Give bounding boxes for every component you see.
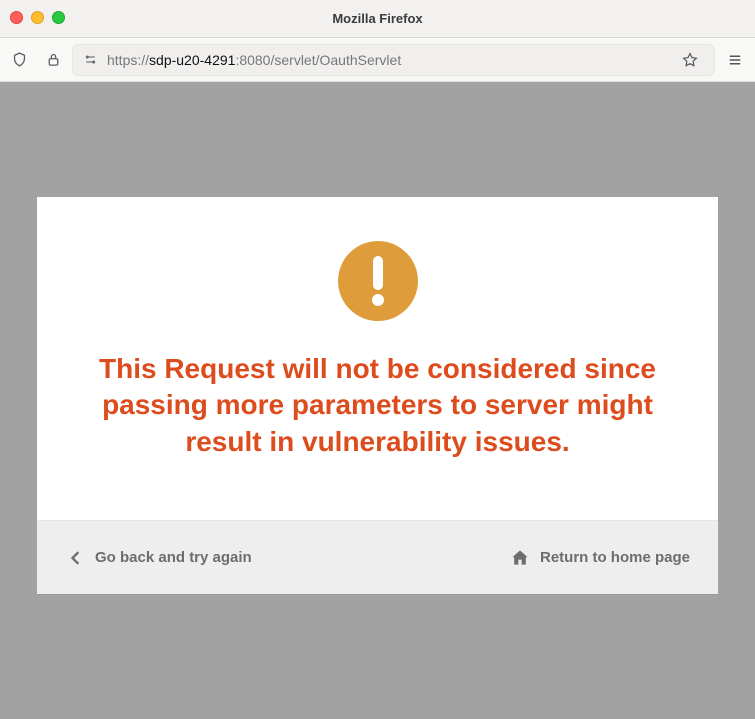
- close-window-button[interactable]: [10, 11, 23, 24]
- url-host: sdp-u20-4291: [149, 52, 235, 68]
- chevron-left-icon: [65, 548, 85, 568]
- go-back-label: Go back and try again: [95, 549, 252, 566]
- home-icon: [510, 548, 530, 568]
- shield-tracking-icon[interactable]: [4, 45, 34, 75]
- site-permissions-icon[interactable]: [81, 51, 99, 69]
- window-titlebar: Mozilla Firefox: [0, 0, 755, 38]
- url-port: :8080: [235, 52, 270, 68]
- error-card: This Request will not be considered sinc…: [37, 197, 718, 594]
- warning-icon: [338, 241, 418, 321]
- error-message: This Request will not be considered sinc…: [71, 351, 684, 460]
- url-path: /servlet/OauthServlet: [270, 52, 401, 68]
- bookmark-star-icon[interactable]: [674, 45, 706, 75]
- minimize-window-button[interactable]: [31, 11, 44, 24]
- page-content: This Request will not be considered sinc…: [0, 82, 755, 719]
- zoom-window-button[interactable]: [52, 11, 65, 24]
- url-protocol: https://: [107, 52, 149, 68]
- url-text: https://sdp-u20-4291:8080/servlet/OauthS…: [107, 52, 666, 68]
- error-card-footer: Go back and try again Return to home pag…: [37, 520, 718, 594]
- window-controls: [10, 11, 65, 24]
- return-home-button[interactable]: Return to home page: [510, 548, 690, 568]
- window-title: Mozilla Firefox: [332, 11, 422, 26]
- lock-icon[interactable]: [38, 45, 68, 75]
- error-card-body: This Request will not be considered sinc…: [37, 197, 718, 520]
- hamburger-menu-icon[interactable]: [719, 45, 751, 75]
- address-bar[interactable]: https://sdp-u20-4291:8080/servlet/OauthS…: [72, 44, 715, 76]
- browser-toolbar: https://sdp-u20-4291:8080/servlet/OauthS…: [0, 38, 755, 82]
- return-home-label: Return to home page: [540, 549, 690, 566]
- go-back-button[interactable]: Go back and try again: [65, 548, 252, 568]
